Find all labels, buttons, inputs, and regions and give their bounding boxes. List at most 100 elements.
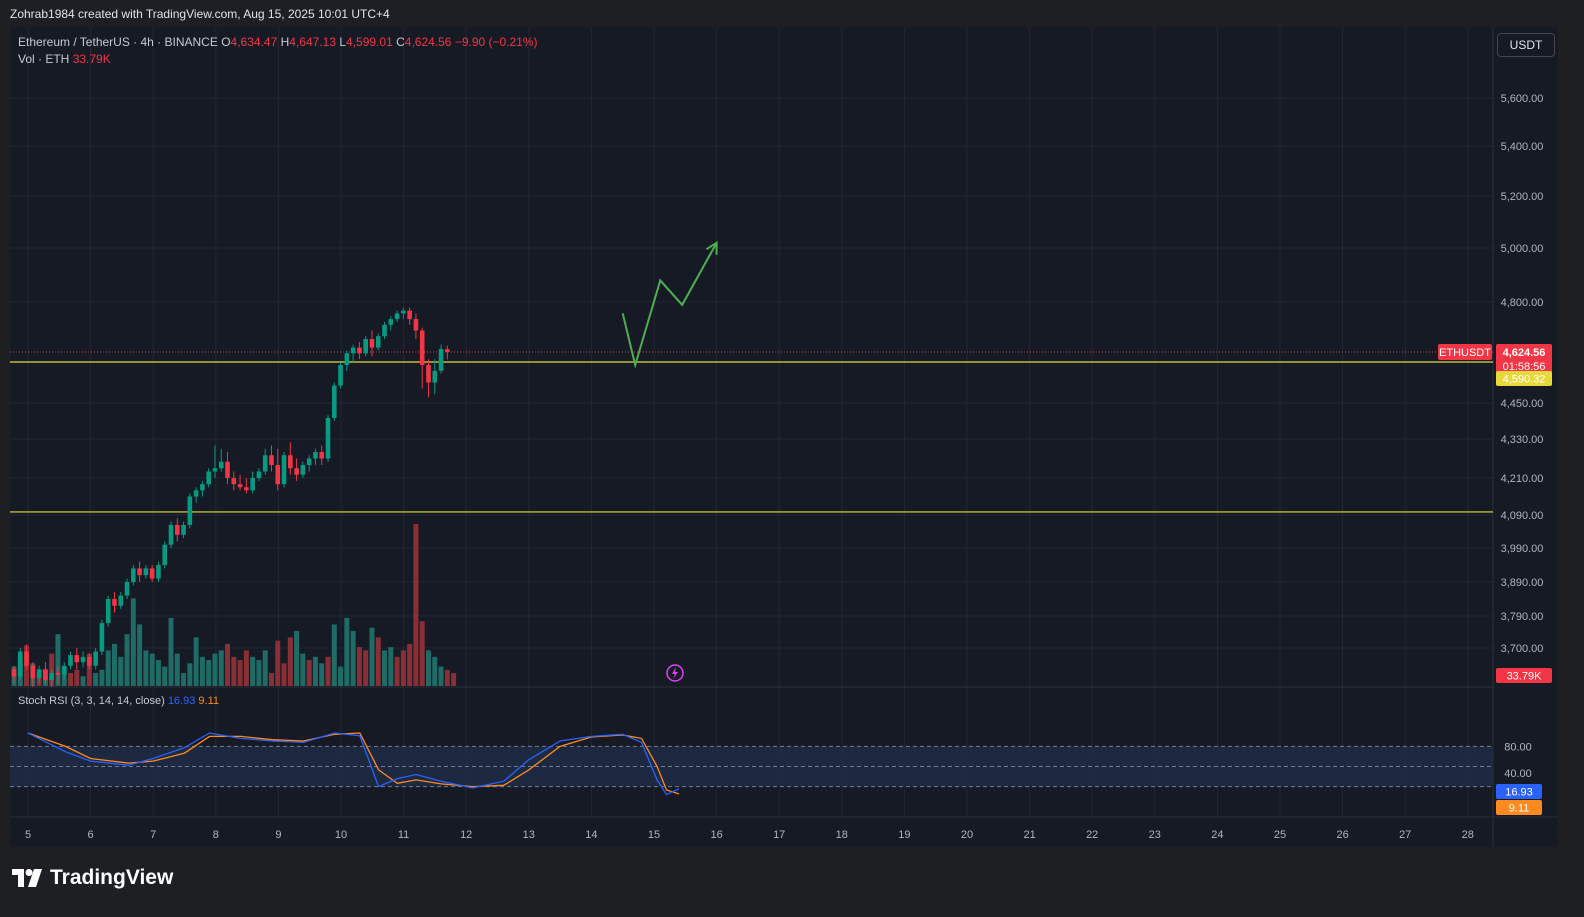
candle-body (256, 471, 262, 478)
volume-bar (250, 656, 256, 686)
volume-value: 33.79K (72, 52, 111, 66)
price-tick-label: 5,200.00 (1501, 191, 1544, 203)
candle-body (225, 461, 230, 478)
candle-body (105, 599, 111, 624)
volume-bar (80, 676, 86, 686)
time-tick-label: 5 (25, 829, 31, 841)
candle-body (445, 349, 450, 352)
time-tick-label: 9 (275, 829, 281, 841)
candle-body (250, 478, 255, 491)
candle-body (331, 385, 337, 418)
candle-body (382, 324, 387, 337)
candle-body (55, 672, 61, 675)
stoch-rsi-d-tag: 9.11 (1509, 803, 1530, 815)
time-tick-label: 12 (460, 829, 472, 841)
volume-bar (350, 630, 356, 686)
price-tick-label: 4,210.00 (1501, 473, 1544, 485)
price-tick-label: 5,000.00 (1501, 243, 1544, 255)
volume-bar (206, 660, 212, 686)
candle-body (43, 669, 48, 680)
symbol-tag: ETHUSDT (1439, 347, 1491, 359)
candle-body (61, 665, 67, 675)
time-axis[interactable]: 5 6 7 8 9 10 11 12 13 14 15 16 17 18 19 20 21 22 23 24 25 26 2… (25, 829, 1474, 841)
time-tick-label: 28 (1462, 829, 1474, 841)
price-tick-label: 4,800.00 (1501, 297, 1544, 309)
close-value: 4,624.56 (404, 35, 452, 49)
volume-bar (155, 660, 161, 686)
time-tick-label: 11 (398, 829, 409, 841)
tradingview-logo[interactable]: TradingView (12, 866, 173, 890)
candle-body (181, 524, 186, 535)
time-tick-label: 22 (1086, 829, 1098, 841)
volume-bar (382, 650, 388, 686)
change-value: −9.90 (−0.21%) (454, 35, 538, 49)
volume-bar (99, 669, 105, 686)
candle-body (388, 319, 394, 325)
price-tick-label: 3,700.00 (1501, 643, 1544, 655)
stoch-rsi-title[interactable]: Stoch RSI (3, 3, 14, 14, close) (18, 695, 165, 707)
volume-bar (137, 624, 143, 686)
projection-arrow[interactable] (621, 240, 718, 369)
candle-body (118, 595, 124, 606)
volume-bar (287, 637, 293, 686)
candle-body (325, 418, 331, 459)
candle-body (344, 353, 350, 366)
candle-body (419, 330, 425, 366)
candle-body (357, 347, 362, 354)
candle-body (80, 656, 86, 663)
time-tick-label: 26 (1336, 829, 1348, 841)
candle-body (401, 310, 406, 314)
volume-bar (400, 650, 406, 686)
volume-bar (419, 621, 425, 686)
volume-bar (338, 666, 344, 686)
candle-body (131, 568, 136, 582)
price-tick-label: 3,990.00 (1501, 543, 1544, 555)
volume-bar (243, 650, 249, 686)
volume-bar (181, 673, 187, 686)
candle-body (275, 465, 281, 485)
volume-bar (187, 663, 193, 686)
candle-body (156, 565, 161, 579)
time-tick-label: 10 (335, 829, 347, 841)
volume-bar (237, 660, 243, 686)
price-chart[interactable]: 5,600.00 5,400.00 5,200.00 5,000.00 4,800.00… (10, 27, 1558, 847)
volume-bar (312, 656, 318, 686)
candle-body (350, 347, 356, 354)
price-tags: ETHUSDT 4,624.5601:58:564,590.3233.79K16.… (666, 344, 1552, 815)
open-label: O (221, 35, 231, 49)
volume-bar (281, 663, 287, 686)
candle-body (162, 544, 168, 565)
candle-body (300, 465, 306, 475)
candle-body (174, 524, 180, 535)
volume-bar (143, 650, 149, 686)
volume-bar (111, 643, 117, 686)
volume-bar (256, 660, 262, 686)
level-price-tag: 4,590.32 (1503, 374, 1546, 386)
low-value: 4,599.01 (346, 35, 393, 49)
candle-body (426, 365, 431, 383)
candle-body (24, 651, 29, 666)
volume-bar (425, 650, 431, 686)
candle-body (68, 655, 73, 666)
symbol-label[interactable]: Ethereum / TetherUS · 4h · BINANCE (18, 35, 218, 49)
time-tick-label: 17 (773, 829, 785, 841)
time-tick-label: 7 (150, 829, 156, 841)
candle-body (281, 455, 287, 485)
volume-bar (369, 627, 375, 686)
candle-body (149, 568, 155, 579)
horizontal-levels[interactable] (10, 351, 1493, 513)
volume-bar (225, 643, 231, 686)
currency-button[interactable]: USDT (1497, 33, 1555, 57)
volume-label[interactable]: Vol · ETH (18, 52, 69, 66)
volume-bar (394, 656, 400, 686)
volume-bar (451, 673, 457, 686)
stoch-rsi-d-value: 9.11 (198, 695, 219, 707)
candle-body (394, 313, 400, 320)
volume-bar (212, 653, 218, 686)
volume-bar (344, 617, 350, 686)
time-tick-label: 21 (1023, 829, 1035, 841)
price-tick-label: 4,450.00 (1501, 398, 1544, 410)
lightning-bolt-icon (672, 667, 678, 679)
volume-bar (231, 656, 237, 686)
volume-tag: 33.79K (1507, 671, 1543, 683)
